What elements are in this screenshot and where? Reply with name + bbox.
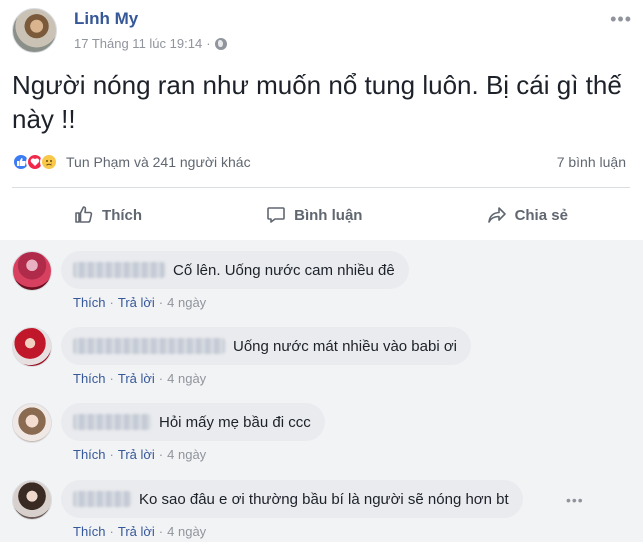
post-timestamp[interactable]: 17 Tháng 11 lúc 19:14 bbox=[74, 36, 202, 51]
meta-dot: · bbox=[109, 524, 114, 539]
meta-dot: · bbox=[109, 447, 114, 462]
share-button[interactable]: Chia sẻ bbox=[487, 205, 568, 225]
sad-icon[interactable] bbox=[40, 153, 58, 171]
comment-bubble: Cố lên. Uống nước cam nhiều đê bbox=[61, 251, 409, 289]
commenter-avatar[interactable] bbox=[12, 327, 52, 367]
meta-dot: · bbox=[158, 295, 164, 310]
post-options-icon[interactable]: ••• bbox=[610, 10, 632, 28]
comment-count[interactable]: 7 bình luận bbox=[557, 154, 626, 170]
commenter-name-redacted[interactable] bbox=[73, 414, 151, 430]
comment-meta: Thích · Trả lời · 4 ngày bbox=[73, 524, 206, 539]
comment-age[interactable]: 4 ngày bbox=[167, 295, 206, 310]
commenter-avatar[interactable] bbox=[12, 251, 52, 291]
meta-dot: · bbox=[158, 524, 164, 539]
comment-like-link[interactable]: Thích bbox=[73, 295, 106, 310]
commenter-avatar[interactable] bbox=[12, 403, 52, 443]
comment-text: Uống nước mát nhiều vào babi ơi bbox=[233, 337, 458, 355]
comment-like-link[interactable]: Thích bbox=[73, 524, 106, 539]
speech-bubble-icon bbox=[267, 207, 285, 223]
comment-reply-link[interactable]: Trả lời bbox=[118, 295, 155, 310]
comment-options-icon[interactable]: ••• bbox=[566, 492, 584, 508]
comment-bubble: Uống nước mát nhiều vào babi ơi bbox=[61, 327, 472, 365]
commenter-name-redacted[interactable] bbox=[73, 262, 165, 278]
thumbs-up-icon bbox=[75, 206, 93, 223]
commenter-name-redacted[interactable] bbox=[73, 338, 225, 354]
comment-meta: Thích · Trả lời · 4 ngày bbox=[73, 447, 206, 462]
comment-reply-link[interactable]: Trả lời bbox=[118, 371, 155, 386]
comment-button-label: Bình luận bbox=[294, 206, 363, 224]
comment-like-link[interactable]: Thích bbox=[73, 447, 106, 462]
share-arrow-icon bbox=[487, 207, 506, 223]
comment-age[interactable]: 4 ngày bbox=[167, 447, 206, 462]
post-meta: 17 Tháng 11 lúc 19:14 · bbox=[74, 36, 227, 51]
comment-age[interactable]: 4 ngày bbox=[167, 524, 206, 539]
share-button-label: Chia sẻ bbox=[514, 206, 568, 224]
comment-meta: Thích · Trả lời · 4 ngày bbox=[73, 295, 206, 310]
meta-dot: · bbox=[158, 447, 164, 462]
post-actions: Thích Bình luận Chia sẻ bbox=[12, 196, 630, 234]
divider bbox=[12, 187, 630, 188]
meta-dot: · bbox=[158, 371, 164, 386]
meta-dot: · bbox=[109, 371, 114, 386]
comment-bubble: Ko sao đâu e ơi thường bầu bí là người s… bbox=[61, 480, 523, 518]
comment-text: Cố lên. Uống nước cam nhiều đê bbox=[173, 261, 395, 279]
meta-separator: · bbox=[206, 36, 211, 51]
comment-age[interactable]: 4 ngày bbox=[167, 371, 206, 386]
reactors-summary[interactable]: Tun Phạm và 241 người khác bbox=[66, 154, 251, 170]
comment-reply-link[interactable]: Trả lời bbox=[118, 524, 155, 539]
comment-button[interactable]: Bình luận bbox=[266, 205, 362, 225]
like-button[interactable]: Thích bbox=[74, 205, 142, 225]
comment-meta: Thích · Trả lời · 4 ngày bbox=[73, 371, 206, 386]
comment-like-link[interactable]: Thích bbox=[73, 371, 106, 386]
comment-text: Hỏi mấy mẹ bầu đi ccc bbox=[159, 413, 311, 431]
commenter-name-redacted[interactable] bbox=[73, 491, 131, 507]
meta-dot: · bbox=[109, 295, 114, 310]
comment-text: Ko sao đâu e ơi thường bầu bí là người s… bbox=[139, 490, 509, 508]
comment-bubble: Hỏi mấy mẹ bầu đi ccc bbox=[61, 403, 325, 441]
reactions-bar: Tun Phạm và 241 người khác 7 bình luận bbox=[12, 150, 626, 174]
post-text: Người nóng ran như muốn nổ tung luôn. Bị… bbox=[12, 70, 622, 134]
comment-reply-link[interactable]: Trả lời bbox=[118, 447, 155, 462]
like-button-label: Thích bbox=[102, 206, 143, 224]
globe-icon[interactable] bbox=[214, 37, 227, 50]
post-header: Linh My 17 Tháng 11 lúc 19:14 · ••• bbox=[12, 8, 632, 58]
author-name[interactable]: Linh My bbox=[74, 9, 138, 29]
commenter-avatar[interactable] bbox=[12, 480, 52, 520]
author-avatar[interactable] bbox=[12, 8, 57, 53]
